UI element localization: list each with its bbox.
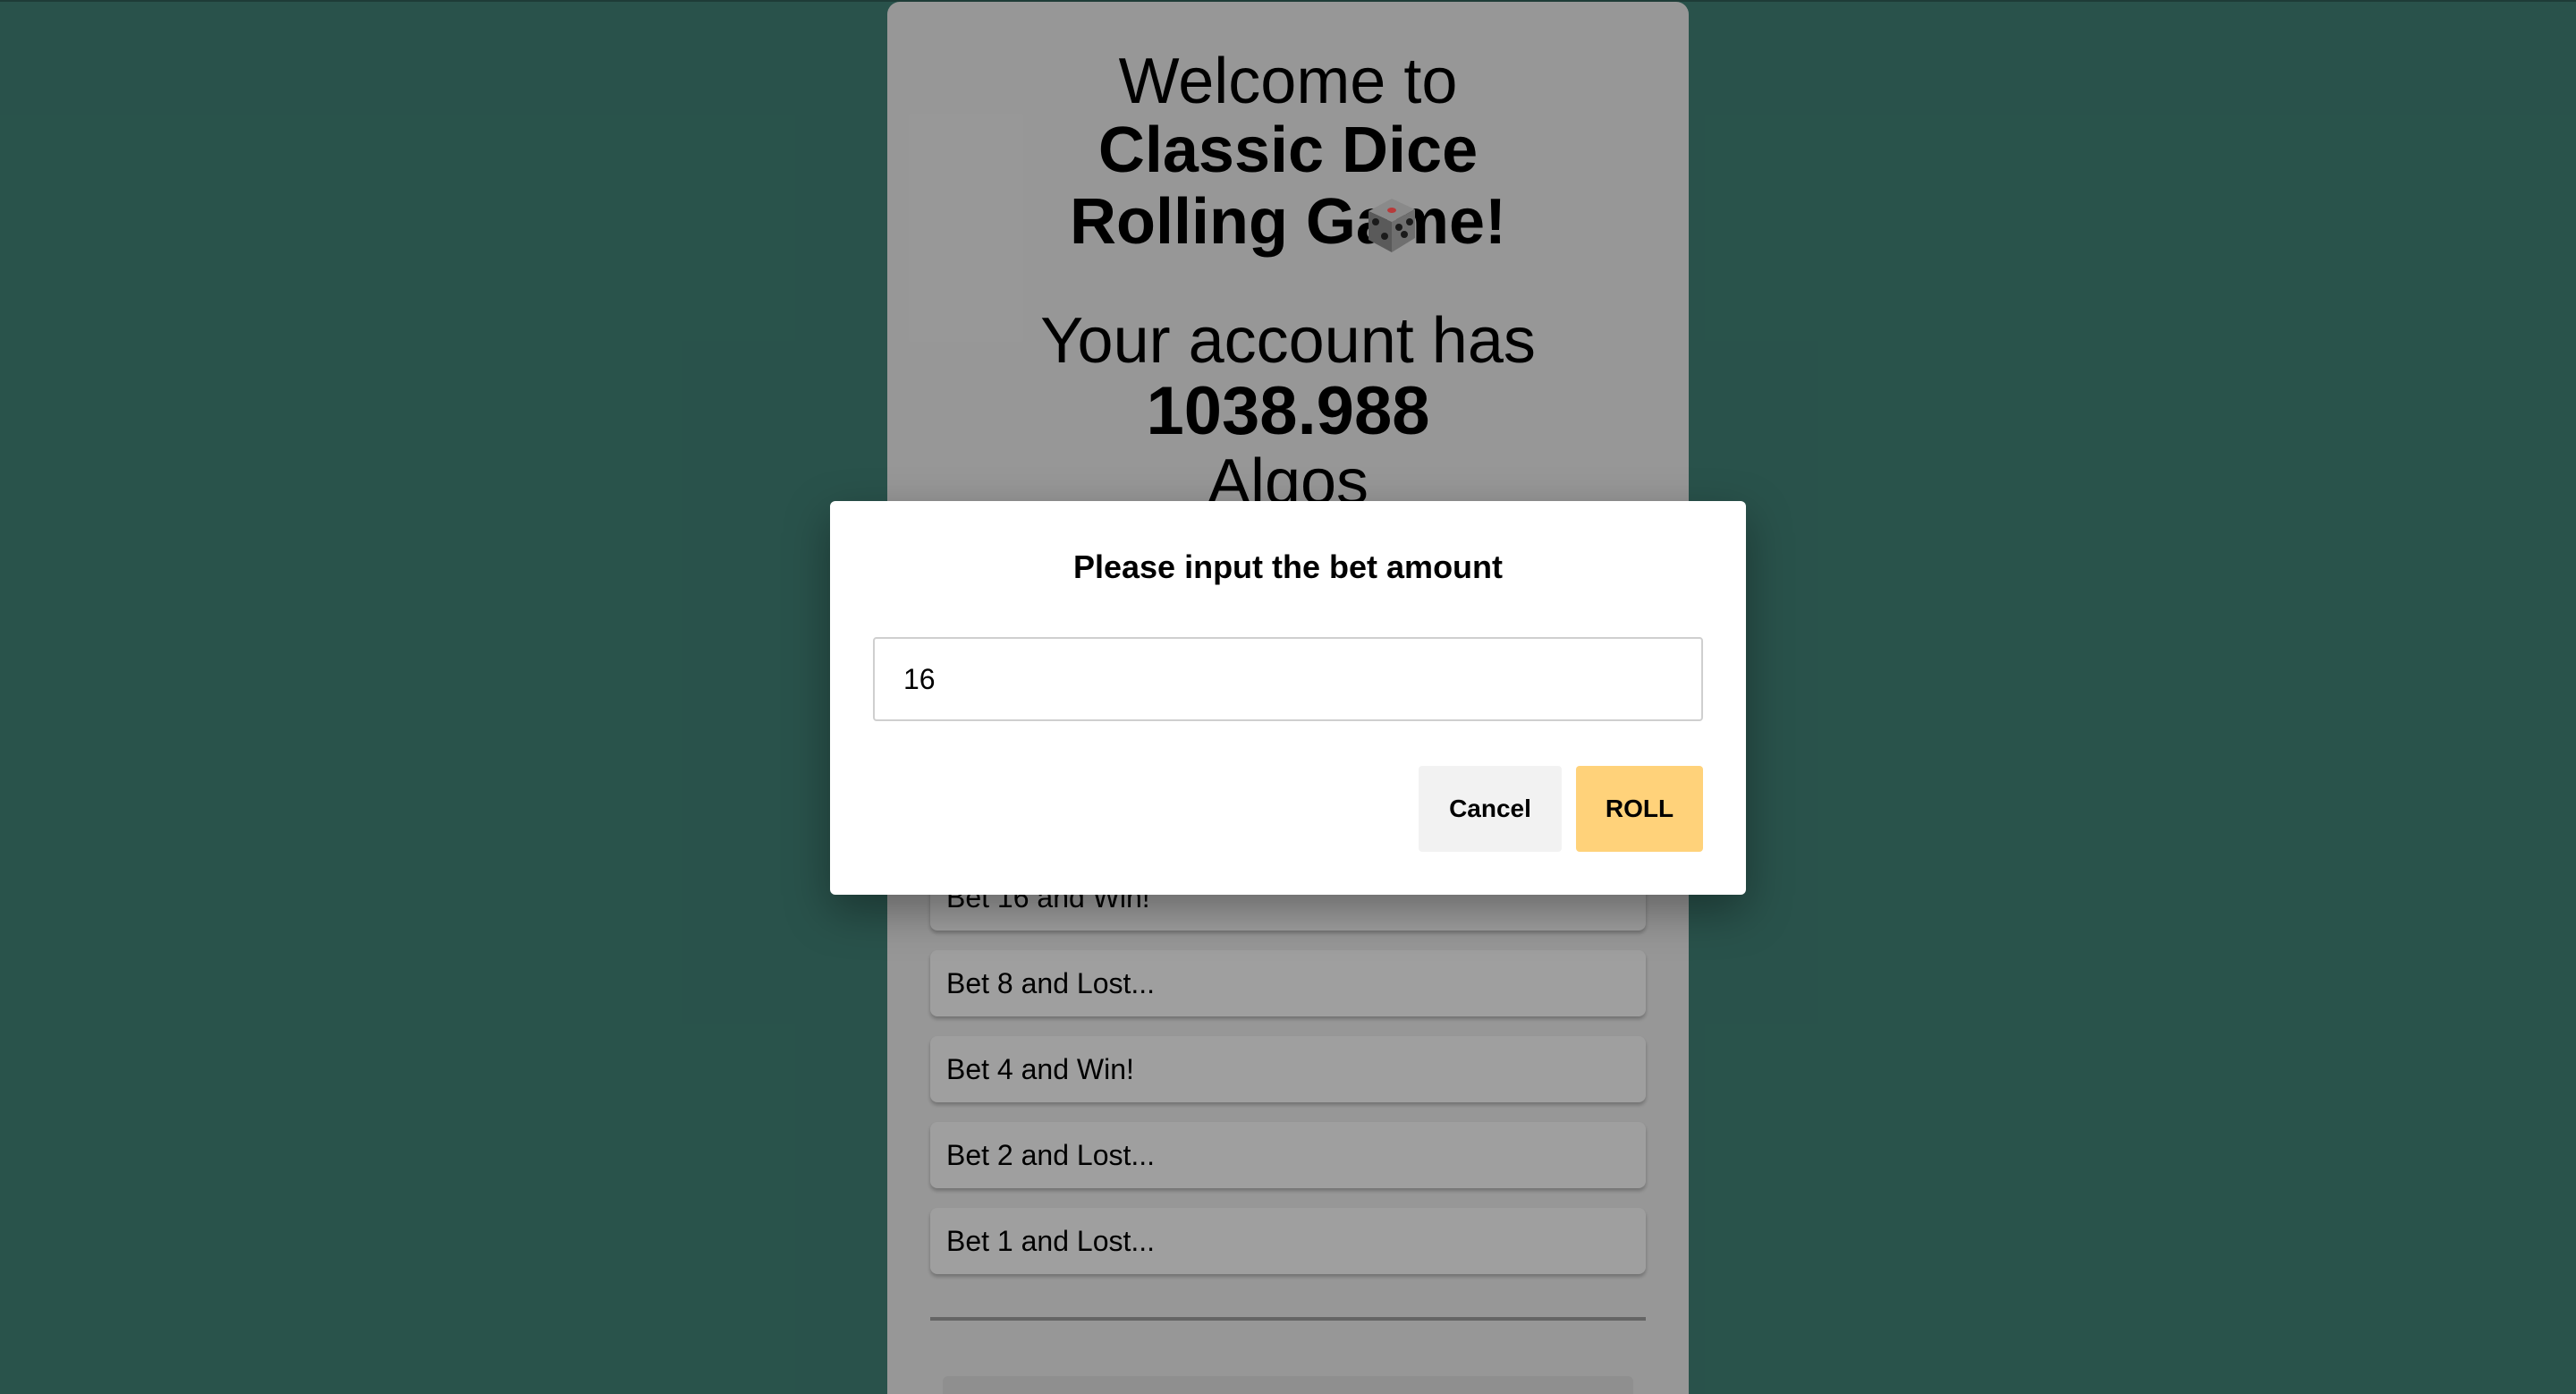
- bet-dialog: Please input the bet amount Cancel ROLL: [830, 501, 1746, 895]
- dice-icon: [1368, 199, 1415, 252]
- roll-button[interactable]: ROLL: [1576, 766, 1703, 852]
- dialog-title: Please input the bet amount: [1072, 548, 1504, 585]
- bet-amount-input[interactable]: [873, 637, 1703, 721]
- cancel-button[interactable]: Cancel: [1419, 766, 1562, 852]
